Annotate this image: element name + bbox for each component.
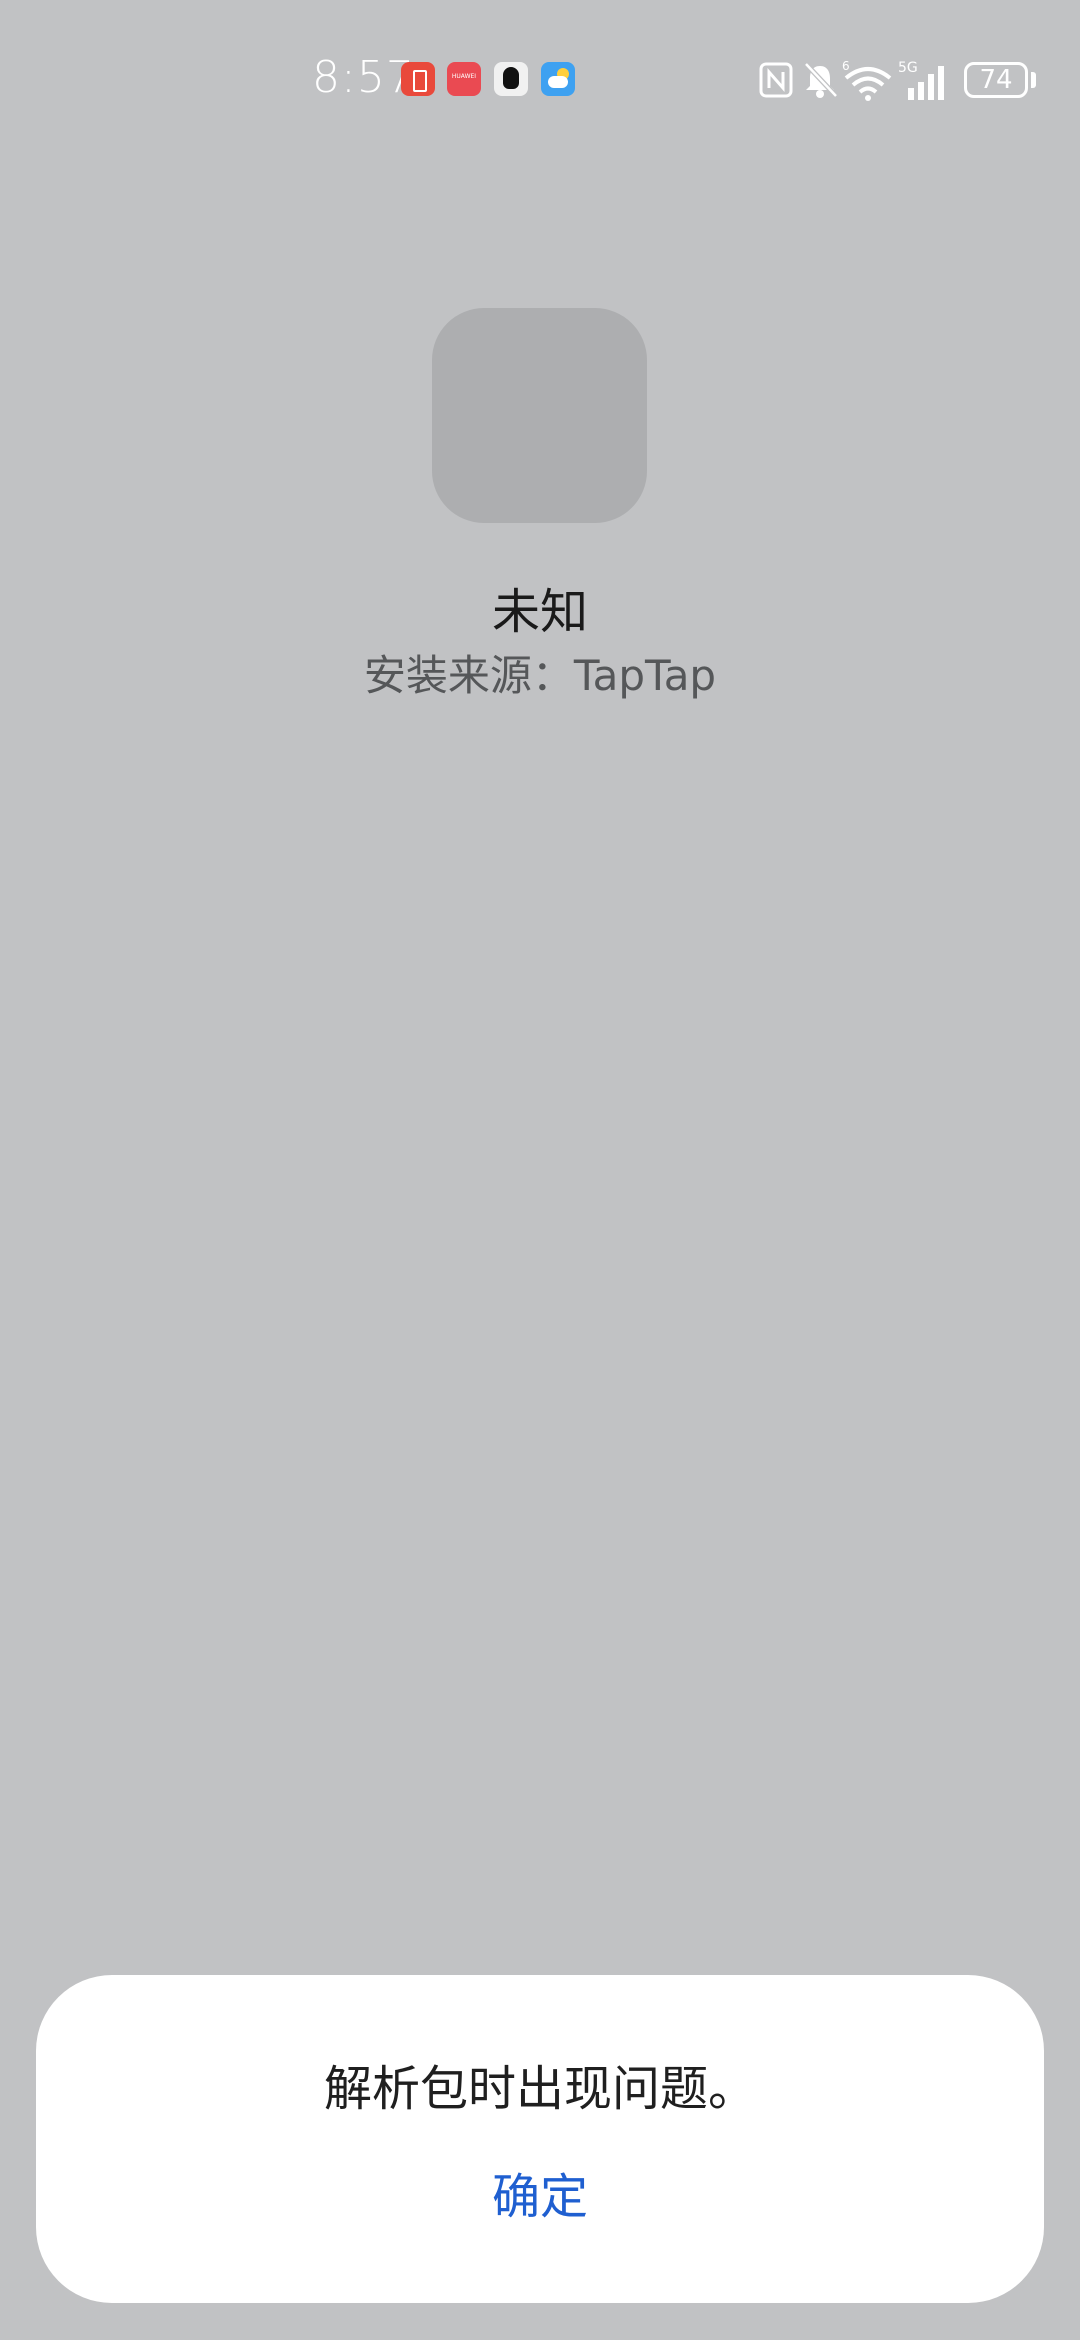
dialog-message: 解析包时出现问题。 <box>323 2061 756 2117</box>
5g-signal-icon: 5G <box>898 60 944 100</box>
svg-text:6: 6 <box>842 59 850 73</box>
install-source-label: 安装来源：TapTap <box>363 651 717 700</box>
wifi-6-icon: 6 <box>842 59 892 101</box>
nfc-icon <box>759 62 793 98</box>
bell-muted-icon <box>804 62 838 98</box>
status-bar: 8:57 6 5G 74 <box>0 0 1080 160</box>
confirm-button[interactable]: 确定 <box>440 2155 640 2239</box>
battery-tip <box>1031 72 1036 88</box>
weather-icon <box>541 62 575 96</box>
status-time: 8:57 <box>312 52 415 103</box>
package-installer-screen: 8:57 6 5G 74 <box>0 0 1080 2340</box>
huawei-appgallery-icon <box>447 62 481 96</box>
parse-error-dialog: 解析包时出现问题。 确定 <box>36 1975 1044 2303</box>
app-name: 未知 <box>491 584 588 640</box>
app-icon-placeholder <box>432 308 647 523</box>
svg-text:5G: 5G <box>898 60 918 76</box>
battery-icon: 74 <box>964 62 1028 98</box>
battery-saver-icon <box>401 62 435 96</box>
qq-icon <box>494 62 528 96</box>
